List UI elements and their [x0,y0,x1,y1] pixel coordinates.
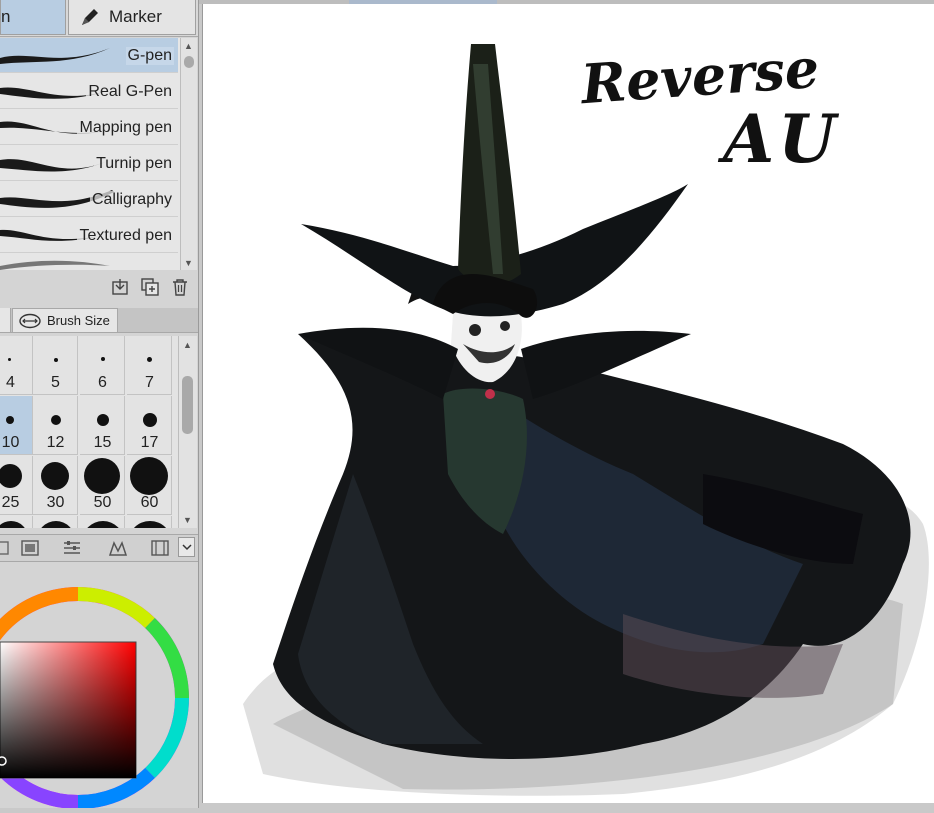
color-wheel[interactable] [0,562,198,809]
size-value: 15 [93,434,112,451]
size-value: 30 [46,494,65,511]
brush-stroke-preview [0,260,110,270]
tab-marker-label: Marker [109,7,162,26]
size-cell[interactable]: 5 [33,336,78,395]
size-cell[interactable]: 17 [127,396,172,455]
brush-label: G-pen [125,47,174,65]
size-value: 25 [1,494,20,511]
brush-list: G-pen Real G-Pen Mapping pen Turnip pen … [0,38,180,270]
brush-label: Mapping pen [77,119,174,137]
left-panel: n Marker G-pen Real G-Pen Mapping pen Tu… [0,0,199,809]
size-cell[interactable] [33,516,78,528]
size-cell[interactable]: 60 [127,456,172,515]
brush-size-icon [19,313,41,328]
brush-label: Turnip pen [94,155,174,173]
brush-item-calligraphy[interactable]: Calligraphy [0,182,178,217]
brush-size-panel: Brush Size 4 5 6 7 10 12 15 17 25 30 50 … [0,308,198,530]
iconbar-menu-button[interactable] [178,537,195,557]
size-cell-selected[interactable]: 10 [0,396,33,455]
brush-size-tab-label: Brush Size [47,313,110,328]
size-value: 50 [93,494,112,511]
brush-shape-icon[interactable] [108,539,128,557]
size-value: 5 [51,374,60,391]
brush-item-textured-pen[interactable]: Textured pen [0,218,178,253]
duplicate-icon[interactable] [140,277,160,297]
size-cell[interactable] [0,516,33,528]
marker-icon [82,9,98,25]
size-cell[interactable]: 15 [80,396,125,455]
brush-actions [0,272,198,304]
prev-tab[interactable] [0,308,11,332]
scroll-up-icon[interactable]: ▲ [181,38,196,53]
chevron-down-icon [181,544,192,551]
brush-label: Real G-Pen [86,83,174,101]
brush-size-grid: 4 5 6 7 10 12 15 17 25 30 50 60 [0,336,178,528]
sub-tool-iconbar [0,534,198,562]
tab-brush-size[interactable]: Brush Size [12,308,118,332]
brush-label: Textured pen [77,227,174,245]
filmstrip-icon[interactable] [150,539,170,557]
brush-label: Calligraphy [89,191,174,209]
properties-icon[interactable] [62,539,82,557]
brush-size-header: Brush Size [0,308,198,333]
brush-size-scrollbar[interactable]: ▲ ▼ [178,336,197,528]
drawing-canvas[interactable]: Reverse AU [202,4,934,803]
scroll-up-icon[interactable]: ▲ [180,337,195,352]
size-cell[interactable]: 25 [0,456,33,515]
scroll-thumb[interactable] [184,56,194,68]
import-icon[interactable] [110,277,130,297]
artwork-title-line2: AU [723,100,840,178]
tab-pen-label: n [1,7,11,26]
size-cell[interactable]: 4 [0,336,33,395]
size-value: 12 [46,434,65,451]
color-wheel-panel [0,562,198,809]
brush-stroke-preview [0,48,110,64]
size-cell[interactable]: 12 [33,396,78,455]
panel-icon[interactable] [0,539,12,557]
tab-marker[interactable]: Marker [68,0,196,35]
size-value: 17 [140,434,159,451]
brush-item-g-pen[interactable]: G-pen [0,38,178,73]
tab-pen[interactable]: n [0,0,66,35]
size-cell[interactable]: 50 [80,456,125,515]
scroll-down-icon[interactable]: ▼ [180,512,195,527]
size-cell[interactable]: 7 [127,336,172,395]
size-cell[interactable] [127,516,172,528]
brush-list-scrollbar[interactable]: ▲ ▼ [180,38,197,270]
trash-icon[interactable] [170,277,190,297]
brush-item-partial[interactable] [0,254,178,270]
tool-tabbar: n Marker [0,0,198,37]
size-cell[interactable]: 30 [33,456,78,515]
size-value: 10 [1,434,20,451]
size-cell[interactable] [80,516,125,528]
size-value: 6 [98,374,107,391]
size-value: 7 [145,374,154,391]
size-value: 4 [6,374,15,391]
brush-item-real-g-pen[interactable]: Real G-Pen [0,74,178,109]
brush-item-mapping-pen[interactable]: Mapping pen [0,110,178,145]
size-value: 60 [140,494,159,511]
scroll-thumb[interactable] [182,376,193,434]
layer-icon[interactable] [20,539,40,557]
scroll-down-icon[interactable]: ▼ [181,255,196,270]
size-cell[interactable]: 6 [80,336,125,395]
canvas-area: Reverse AU [199,0,934,808]
brush-item-turnip-pen[interactable]: Turnip pen [0,146,178,181]
